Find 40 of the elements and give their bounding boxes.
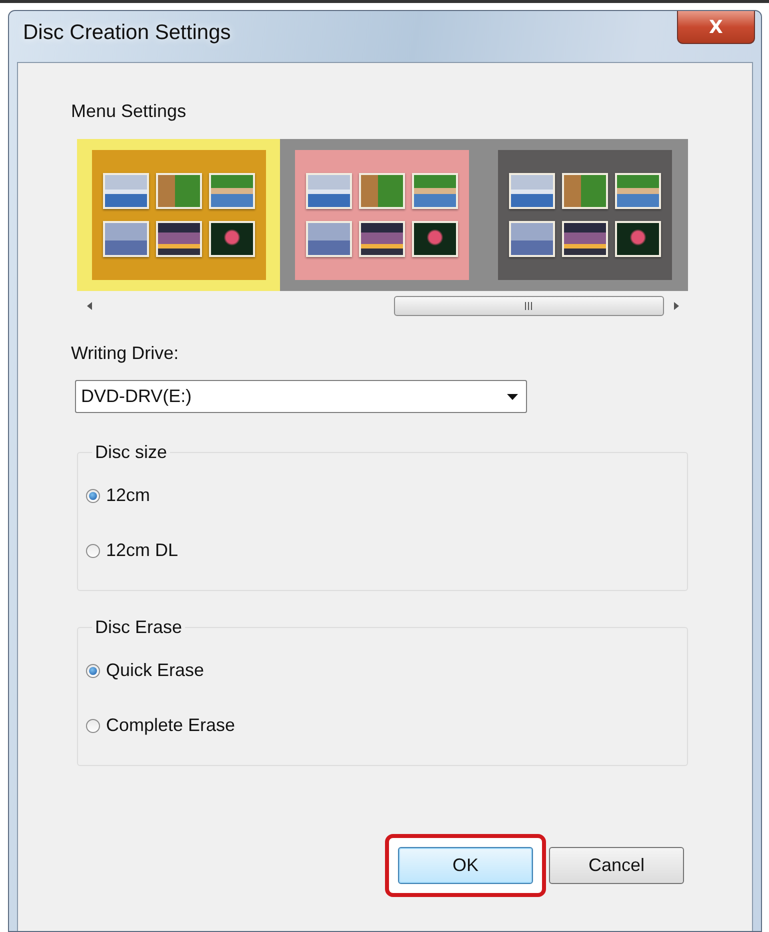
radio-button[interactable]	[86, 718, 100, 732]
photo-placeholder	[156, 173, 202, 209]
photo-placeholder	[562, 221, 608, 257]
radio-label[interactable]: Complete Erase	[106, 715, 236, 736]
radio-label[interactable]: 12cm DL	[106, 540, 178, 561]
photo-placeholder	[358, 173, 404, 209]
photo-placeholder	[508, 221, 554, 257]
radio-label[interactable]: 12cm	[106, 485, 150, 506]
drive-dropdown[interactable]: DVD-DRV(E:)	[75, 380, 527, 413]
photo-placeholder	[102, 173, 148, 209]
dropdown-arrow-icon[interactable]	[507, 394, 518, 400]
radio-button[interactable]	[86, 544, 100, 558]
photo-placeholder	[208, 221, 254, 257]
menu-theme-option[interactable]	[77, 139, 280, 291]
group-title: Disc size	[94, 442, 168, 463]
photo-placeholder	[306, 173, 352, 209]
field-label: Writing Drive:	[71, 343, 180, 364]
photo-placeholder	[412, 221, 458, 257]
left-arrow-icon[interactable]	[86, 302, 92, 310]
window-title: Disc Creation Settings	[23, 21, 231, 45]
photo-placeholder	[208, 173, 254, 209]
dialog-button[interactable]: Cancel	[549, 847, 684, 884]
radio-button[interactable]	[86, 488, 100, 502]
photo-placeholder	[156, 221, 202, 257]
photo-placeholder	[614, 221, 660, 257]
photo-placeholder	[412, 173, 458, 209]
photo-placeholder	[102, 221, 148, 257]
photo-placeholder	[614, 173, 660, 209]
photo-placeholder	[306, 221, 352, 257]
dialog-button[interactable]: OK	[398, 847, 533, 884]
section-label: Menu Settings	[71, 101, 188, 122]
group-title: Disc Erase	[94, 617, 184, 638]
photo-placeholder	[562, 173, 608, 209]
close-button[interactable]: X	[677, 11, 755, 44]
photo-placeholder	[508, 173, 554, 209]
photo-placeholder	[358, 221, 404, 257]
radio-button[interactable]	[86, 664, 100, 678]
right-arrow-icon[interactable]	[674, 302, 678, 310]
radio-label[interactable]: Quick Erase	[106, 660, 204, 681]
scrollbar-thumb[interactable]	[394, 296, 664, 316]
